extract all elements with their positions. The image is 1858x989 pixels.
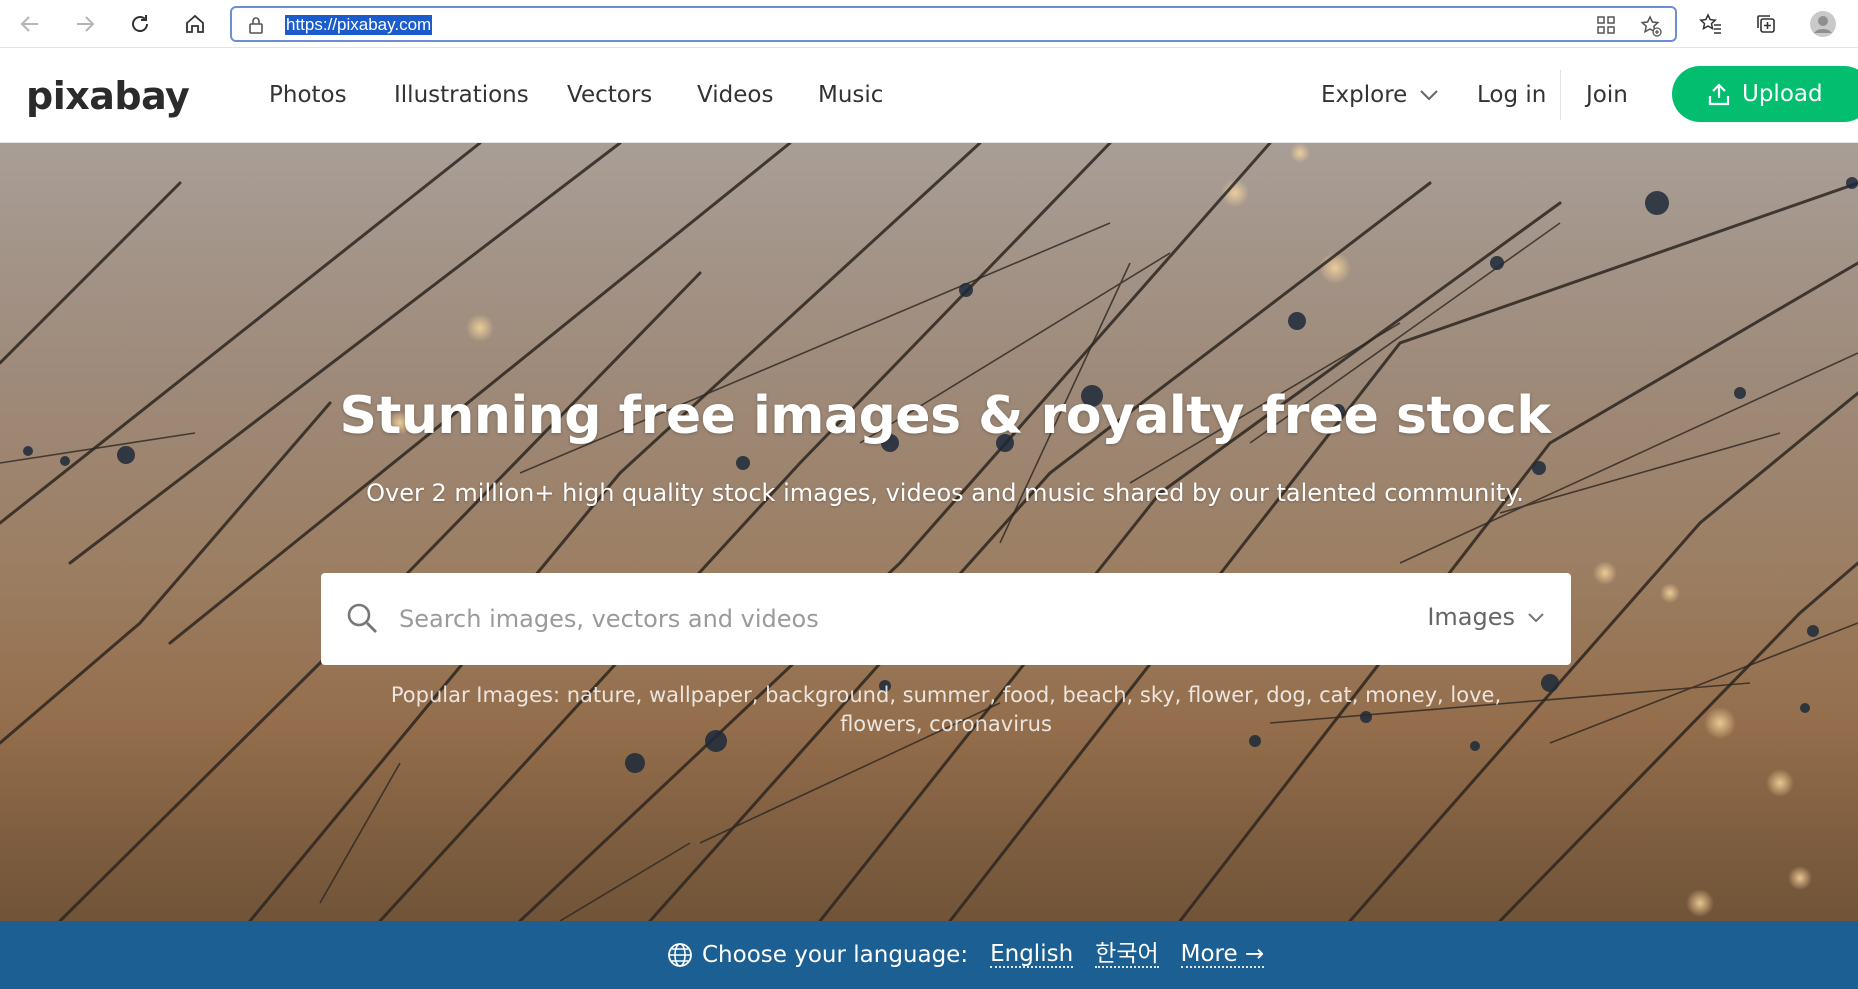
back-arrow-icon [20, 16, 38, 32]
upload-button[interactable]: Upload [1672, 66, 1858, 122]
popular-tag-beach[interactable]: beach [1063, 683, 1127, 707]
refresh-icon [132, 15, 148, 32]
popular-tag-background[interactable]: background [765, 683, 889, 707]
popular-tag-dog[interactable]: dog [1266, 683, 1306, 707]
popular-tag-summer[interactable]: summer [903, 683, 990, 707]
popular-tag-love[interactable]: love [1450, 683, 1494, 707]
popular-tag-nature[interactable]: nature [567, 683, 636, 707]
popular-tag-cat[interactable]: cat [1319, 683, 1352, 707]
forward-arrow-icon [77, 16, 95, 32]
nav-videos[interactable]: Videos [697, 82, 773, 108]
upload-icon [1708, 82, 1730, 106]
globe-icon [666, 941, 694, 969]
chevron-down-icon [1527, 612, 1545, 623]
search-type-label: Images [1427, 603, 1515, 631]
home-button[interactable] [177, 6, 213, 42]
lock-icon[interactable] [248, 16, 264, 39]
explore-label: Explore [1321, 82, 1408, 108]
popular-tag-money[interactable]: money [1365, 683, 1437, 707]
popular-tag-flowers[interactable]: flowers [840, 712, 916, 736]
browser-toolbar: https://pixabay.com [0, 0, 1858, 48]
language-english[interactable]: English [990, 942, 1074, 968]
grass-background-image [0, 143, 1858, 921]
join-link[interactable]: Join [1586, 82, 1628, 108]
language-bar: Choose your language: English 한국어 More → [0, 921, 1858, 989]
app-grid-icon[interactable] [1596, 15, 1616, 40]
profile-button[interactable] [1805, 6, 1841, 42]
upload-label: Upload [1742, 81, 1823, 107]
popular-tag-sky[interactable]: sky [1140, 683, 1175, 707]
avatar-icon [1810, 11, 1836, 37]
hero-subtitle: Over 2 million+ high quality stock image… [366, 479, 1524, 507]
search-box: Images [321, 573, 1571, 665]
popular-tag-coronavirus[interactable]: coronavirus [929, 712, 1052, 736]
address-bar[interactable]: https://pixabay.com [230, 6, 1677, 42]
home-icon [186, 14, 204, 33]
collections-button[interactable] [1748, 6, 1784, 42]
search-icon[interactable] [345, 601, 379, 640]
search-input[interactable] [399, 597, 1299, 641]
favorites-button[interactable] [1693, 6, 1729, 42]
popular-label: Popular Images: [390, 683, 561, 707]
explore-menu[interactable]: Explore [1321, 82, 1439, 108]
language-label: Choose your language: [702, 942, 969, 968]
site-header: pixabay Photos Illustrations Vectors Vid… [0, 48, 1858, 143]
nav-illustrations[interactable]: Illustrations [394, 82, 529, 108]
header-divider [1560, 70, 1561, 120]
language-korean[interactable]: 한국어 [1095, 942, 1159, 968]
popular-tag-flower[interactable]: flower [1188, 683, 1253, 707]
nav-music[interactable]: Music [818, 82, 883, 108]
refresh-button[interactable] [122, 6, 158, 42]
popular-tag-wallpaper[interactable]: wallpaper [649, 683, 752, 707]
hero-title: Stunning free images & royalty free stoc… [339, 386, 1551, 446]
popular-searches: Popular Images: nature, wallpaper, backg… [390, 683, 1502, 736]
chevron-down-icon [1419, 89, 1439, 101]
add-favorite-icon[interactable] [1640, 15, 1662, 42]
favorites-icon [1699, 13, 1721, 34]
collections-icon [1757, 15, 1775, 33]
url-text[interactable]: https://pixabay.com [285, 15, 433, 35]
login-link[interactable]: Log in [1477, 82, 1546, 108]
nav-photos[interactable]: Photos [269, 82, 347, 108]
popular-tag-food[interactable]: food [1003, 683, 1049, 707]
hero-section: Stunning free images & royalty free stoc… [0, 143, 1858, 921]
pixabay-logo[interactable]: pixabay [26, 74, 190, 118]
language-more-link[interactable]: More → [1180, 942, 1265, 968]
forward-button[interactable] [67, 6, 103, 42]
search-type-dropdown[interactable]: Images [1427, 603, 1545, 631]
nav-vectors[interactable]: Vectors [567, 82, 652, 108]
back-button[interactable] [12, 6, 48, 42]
